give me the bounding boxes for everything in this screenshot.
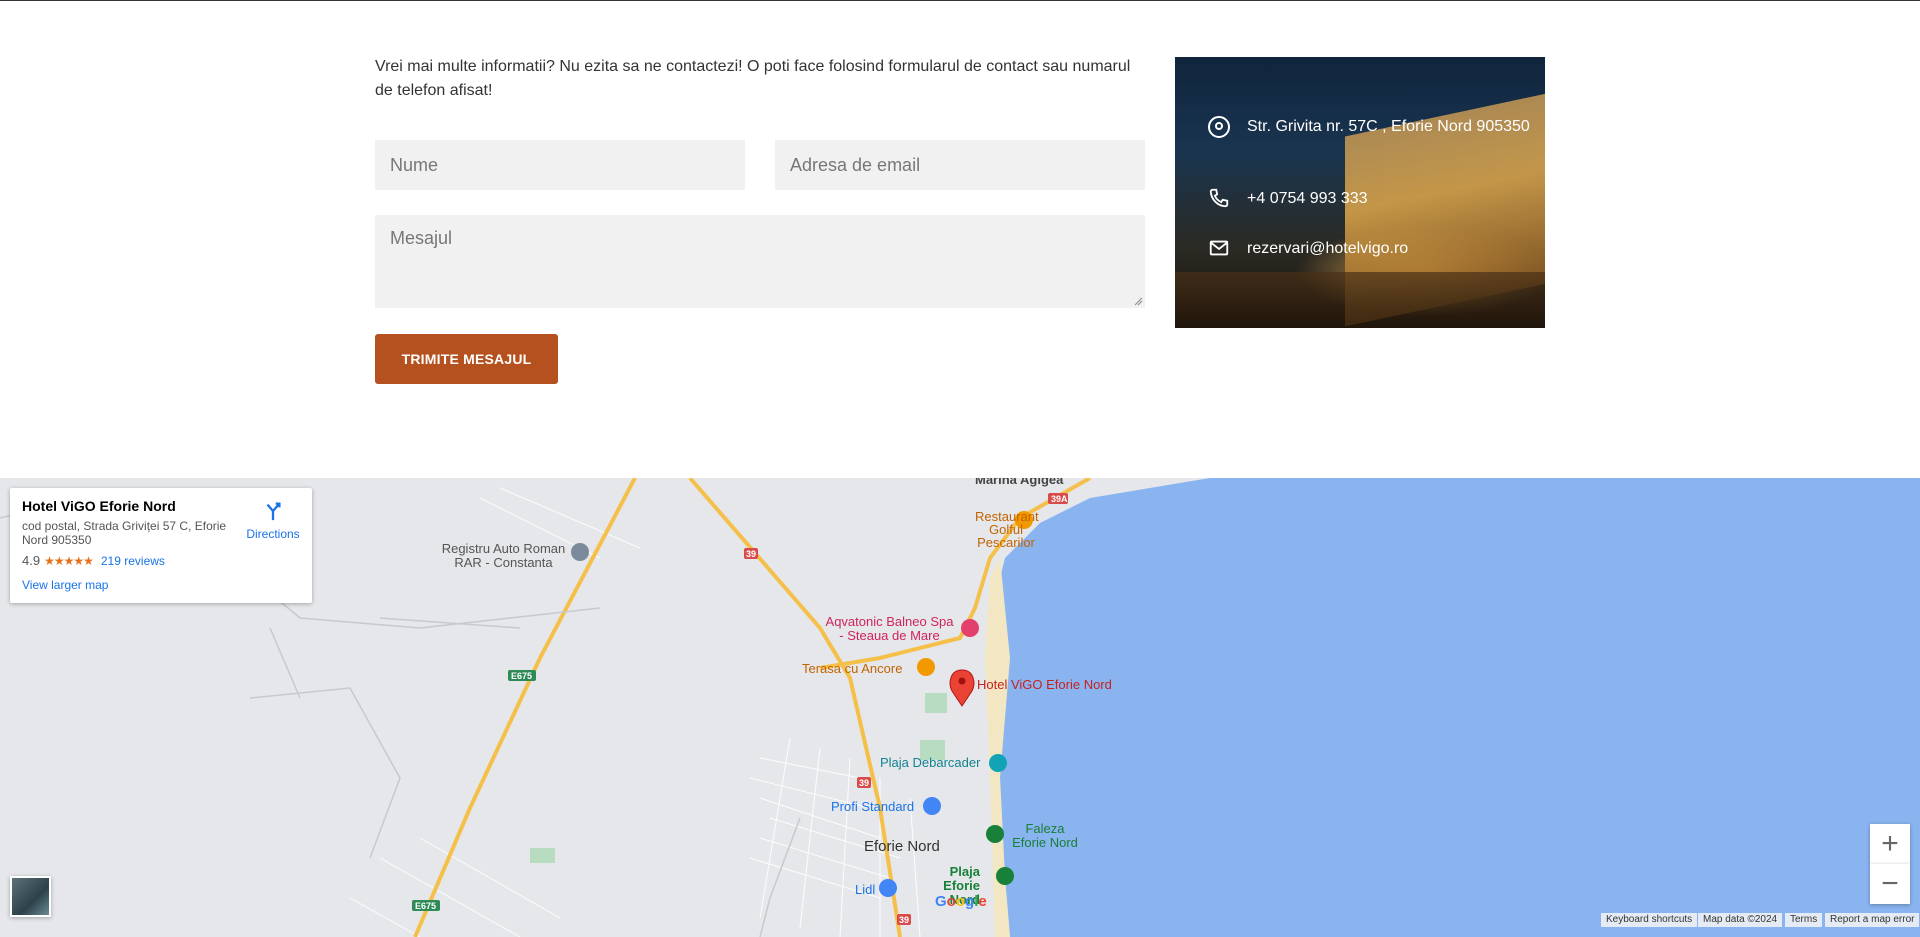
phone-icon: [1205, 187, 1233, 211]
svg-text:39: 39: [746, 549, 756, 559]
label-lidl: Lidl: [855, 882, 876, 897]
label-hotel[interactable]: Hotel ViGO Eforie Nord: [977, 677, 1112, 692]
reviews-link[interactable]: 219 reviews: [101, 554, 165, 568]
address-text: Str. Grivita nr. 57C , Eforie Nord 90535…: [1247, 118, 1530, 135]
svg-text:39: 39: [859, 778, 869, 788]
directions-button[interactable]: Directions: [238, 500, 308, 541]
svg-text:39A: 39A: [1051, 494, 1068, 504]
resize-handle-icon[interactable]: [1133, 296, 1143, 306]
terms-link[interactable]: Terms: [1785, 913, 1823, 927]
address-row: Str. Grivita nr. 57C , Eforie Nord 90535…: [1205, 115, 1535, 139]
contact-intro-text: Vrei mai multe informatii? Nu ezita sa n…: [375, 58, 1131, 99]
svg-text:E675: E675: [415, 901, 436, 911]
map-embed[interactable]: 39A 39 E675 39 E675 39 Marina Agigea Res…: [0, 478, 1920, 937]
email-row[interactable]: rezervari@hotelvigo.ro: [1205, 237, 1408, 261]
label-registru: Registru Auto Roman RAR - Constanta: [441, 541, 566, 570]
place-rating: 4.9 ★★★★★ 219 reviews: [22, 553, 300, 568]
submit-button[interactable]: TRIMITE MESAJUL: [375, 334, 558, 384]
message-textarea[interactable]: [375, 215, 1145, 308]
name-input[interactable]: [375, 140, 745, 190]
directions-label: Directions: [246, 527, 300, 541]
svg-text:E675: E675: [511, 671, 532, 681]
rating-value: 4.9: [22, 553, 41, 568]
email-text[interactable]: rezervari@hotelvigo.ro: [1247, 237, 1408, 261]
label-faleza: Faleza Eforie Nord: [1012, 821, 1078, 850]
contact-info-card: Str. Grivita nr. 57C , Eforie Nord 90535…: [1175, 57, 1545, 328]
place-info-card: Hotel ViGO Eforie Nord cod postal, Strad…: [10, 488, 312, 603]
star-rating-icon: ★★★★★: [44, 553, 94, 568]
directions-icon: [266, 502, 281, 521]
label-terasa: Terasa cu Ancore: [802, 661, 903, 676]
report-error-link[interactable]: Report a map error: [1825, 913, 1920, 927]
mail-icon: [1205, 237, 1233, 261]
top-border: [0, 0, 1920, 1]
phone-row[interactable]: +4 0754 993 333: [1205, 187, 1368, 211]
view-larger-map-link[interactable]: View larger map: [22, 578, 108, 592]
place-address: cod postal, Strada Griviței 57 C, Eforie…: [22, 519, 227, 547]
label-aqvatonic: Aqvatonic Balneo Spa - Steaua de Mare: [825, 614, 954, 643]
keyboard-shortcuts-link[interactable]: Keyboard shortcuts: [1601, 913, 1698, 927]
satellite-toggle-button[interactable]: [10, 876, 51, 917]
label-eforie: Eforie Nord: [864, 838, 940, 855]
svg-text:39: 39: [899, 915, 909, 925]
label-marina: Marina Agigea: [975, 478, 1064, 487]
hotel-photo-ground: [1175, 272, 1545, 328]
map-data-attribution: Map data ©2024: [1698, 913, 1783, 927]
email-input[interactable]: [775, 140, 1145, 190]
phone-text[interactable]: +4 0754 993 333: [1247, 187, 1368, 211]
google-logo: Google: [935, 893, 987, 910]
zoom-in-button[interactable]: +: [1870, 824, 1910, 864]
zoom-out-button[interactable]: −: [1870, 864, 1910, 904]
label-profi: Profi Standard: [831, 799, 915, 814]
label-restaurant: Restaurant Golful Pescarilor: [975, 509, 1039, 550]
label-plaja-debarcader: Plaja Debarcader: [880, 755, 981, 770]
location-icon: [1205, 115, 1233, 139]
